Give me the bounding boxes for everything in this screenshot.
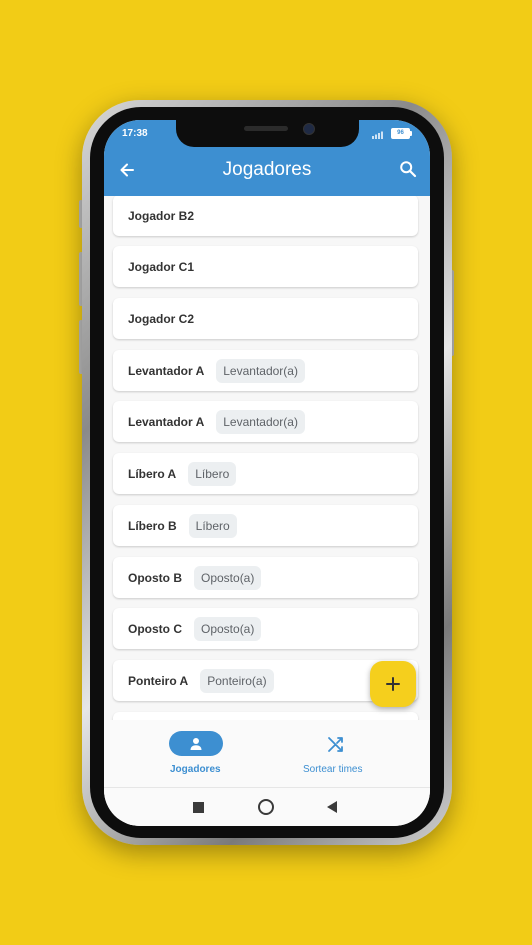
app-bar: 17:38 96 Jogadores (104, 120, 430, 196)
system-back-icon[interactable] (326, 800, 338, 814)
recent-apps-button[interactable] (193, 802, 204, 813)
player-name: Ponteiro A (128, 673, 189, 688)
nav-label-jogadores: Jogadores (170, 764, 221, 775)
position-chip: Levantador(a) (216, 358, 305, 383)
home-button[interactable] (258, 799, 274, 815)
position-chip: Ponteiro(a) (200, 668, 274, 693)
signal-icon (372, 131, 383, 139)
players-list[interactable]: Jogador B2 Jogador C1 Jogador C2 Levanta… (104, 196, 430, 720)
bottom-navigation: Jogadores Sortear times (104, 720, 430, 787)
nav-active-indicator (169, 731, 223, 756)
notch (176, 120, 359, 147)
player-name: Levantador A (128, 414, 205, 429)
shuffle-icon (328, 737, 343, 752)
phone-screen: 17:38 96 Jogadores Jogador B2 Jogador C1… (104, 120, 430, 826)
position-chip: Líbero (188, 513, 237, 538)
player-item[interactable]: Oposto C Oposto(a) (113, 608, 418, 649)
player-name: Levantador A (128, 363, 205, 378)
player-name: Jogador C2 (128, 311, 195, 326)
player-name: Oposto C (128, 621, 182, 636)
player-name: Oposto B (128, 570, 182, 585)
player-item[interactable]: Jogador C2 (113, 298, 418, 339)
player-name: Jogador C1 (128, 259, 195, 274)
person-icon (190, 737, 202, 750)
search-icon[interactable] (399, 160, 417, 178)
nav-item-jogadores[interactable]: Jogadores (169, 720, 223, 787)
position-chip: Oposto(a) (194, 565, 262, 590)
front-camera (303, 123, 315, 135)
player-item[interactable]: Levantador A Levantador(a) (113, 350, 418, 391)
player-item-partial[interactable] (113, 712, 418, 720)
player-item[interactable]: Oposto B Oposto(a) (113, 557, 418, 598)
nav-label-sortear-times: Sortear times (303, 764, 363, 775)
system-navigation-bar (104, 787, 430, 826)
player-name: Líbero A (128, 466, 177, 481)
status-time: 17:38 (122, 128, 148, 139)
battery-icon: 96 (391, 128, 412, 139)
player-name: Líbero B (128, 518, 177, 533)
player-item[interactable]: Líbero B Líbero (113, 505, 418, 546)
player-name: Jogador B2 (128, 208, 195, 223)
player-item[interactable]: Jogador B2 (113, 196, 418, 236)
player-item[interactable]: Jogador C1 (113, 246, 418, 287)
position-chip: Levantador(a) (216, 409, 305, 434)
position-chip: Oposto(a) (194, 616, 262, 641)
player-item[interactable]: Líbero A Líbero (113, 453, 418, 494)
speaker (244, 126, 288, 131)
position-chip: Líbero (188, 461, 237, 486)
plus-icon (386, 677, 400, 691)
nav-item-sortear-times[interactable]: Sortear times (303, 720, 373, 787)
player-item[interactable]: Levantador A Levantador(a) (113, 401, 418, 442)
page-title: Jogadores (222, 159, 312, 180)
add-player-button[interactable] (370, 661, 416, 707)
